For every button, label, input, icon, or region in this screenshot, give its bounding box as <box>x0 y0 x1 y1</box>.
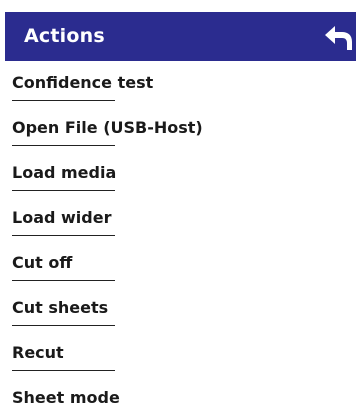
menu-item-recut[interactable]: Recut <box>0 331 356 376</box>
menu-item-cut-sheets[interactable]: Cut sheets <box>0 286 356 331</box>
page-title: Actions <box>24 25 105 47</box>
menu-item-label: Load media <box>12 163 117 182</box>
menu-item-sheet-mode[interactable]: Sheet mode <box>0 376 356 406</box>
menu-divider <box>12 190 115 191</box>
actions-header: Actions <box>5 12 356 61</box>
actions-menu: Confidence test Open File (USB-Host) Loa… <box>0 61 356 406</box>
menu-item-label: Recut <box>12 343 64 362</box>
menu-item-confidence-test[interactable]: Confidence test <box>0 61 356 106</box>
menu-divider <box>12 100 115 101</box>
menu-divider <box>12 325 115 326</box>
menu-item-open-file-usb-host[interactable]: Open File (USB-Host) <box>0 106 356 151</box>
menu-item-label: Confidence test <box>12 73 154 92</box>
menu-item-label: Cut off <box>12 253 73 272</box>
menu-item-load-wider[interactable]: Load wider <box>0 196 356 241</box>
menu-divider <box>12 280 115 281</box>
menu-item-label: Cut sheets <box>12 298 109 317</box>
menu-divider <box>12 145 115 146</box>
menu-item-load-media[interactable]: Load media <box>0 151 356 196</box>
back-button[interactable] <box>322 23 354 51</box>
menu-item-cut-off[interactable]: Cut off <box>0 241 356 286</box>
menu-divider <box>12 235 115 236</box>
menu-item-label: Load wider <box>12 208 112 227</box>
menu-item-label: Sheet mode <box>12 388 120 406</box>
back-arrow-icon <box>325 26 352 50</box>
menu-item-label: Open File (USB-Host) <box>12 118 203 137</box>
menu-divider <box>12 370 115 371</box>
